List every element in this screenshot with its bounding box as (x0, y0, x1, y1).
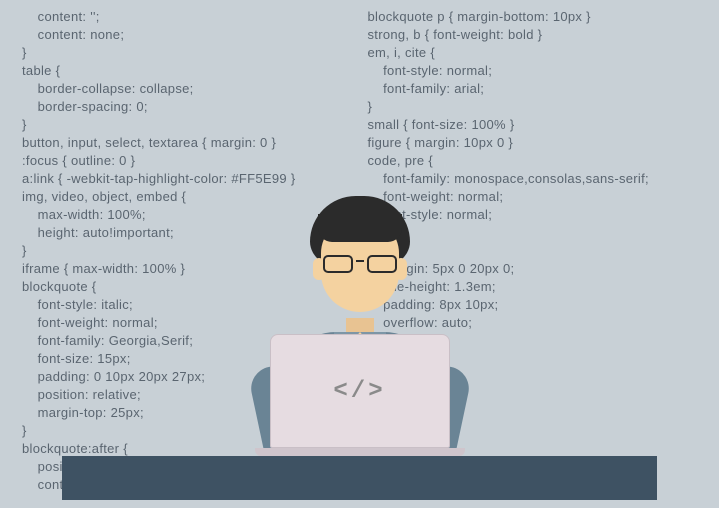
desk (62, 456, 657, 500)
hair-fringe (318, 214, 402, 242)
head (305, 196, 415, 322)
lens-left (323, 255, 353, 273)
laptop-base (255, 448, 465, 456)
laptop-lid: </> (270, 334, 450, 448)
laptop: </> (255, 334, 465, 456)
code-icon: </> (333, 378, 385, 405)
glasses-icon (323, 254, 397, 274)
glasses-bridge (356, 260, 364, 263)
lens-right (367, 255, 397, 273)
